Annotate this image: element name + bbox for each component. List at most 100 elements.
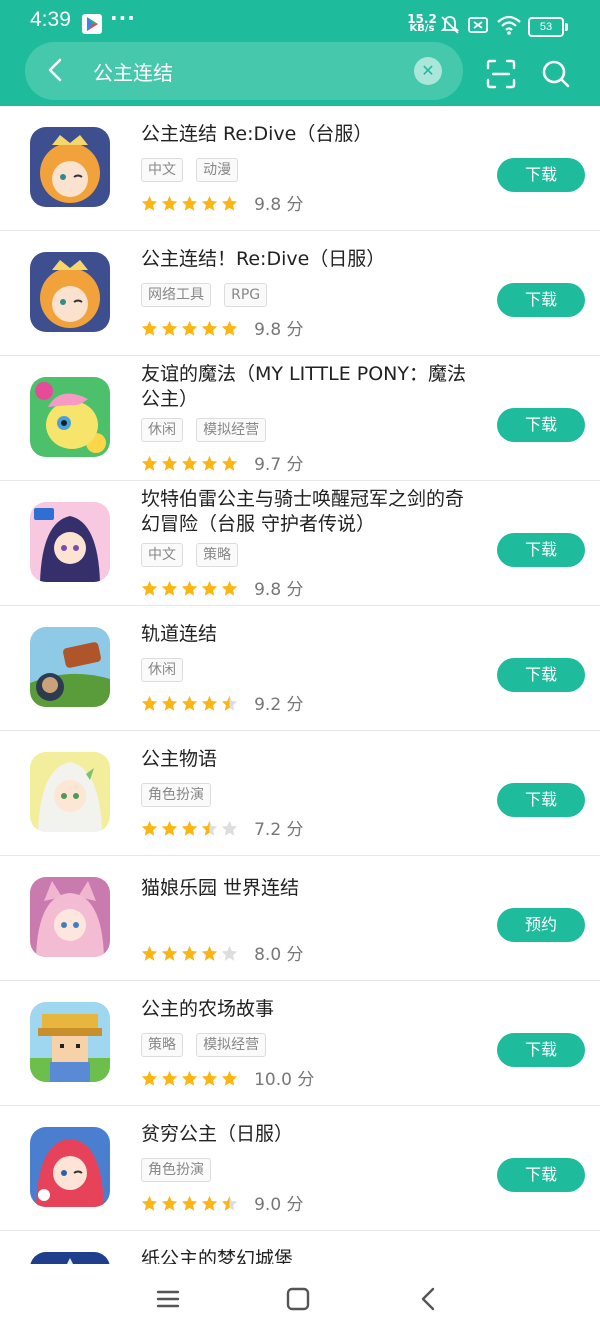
star-filled-icon (141, 1195, 158, 1211)
app-tags: 中文 策略 (141, 543, 246, 567)
app-icon[interactable] (30, 1127, 110, 1207)
app-icon[interactable] (30, 752, 110, 832)
star-filled-icon (141, 455, 158, 471)
app-title[interactable]: 坎特伯雷公主与骑士唤醒冠军之剑的奇幻冒险（台服 守护者传说） (141, 487, 481, 537)
rating-stars (141, 193, 241, 212)
download-button[interactable]: 下载 (497, 1033, 585, 1067)
star-filled-icon (221, 195, 238, 211)
star-empty-icon (221, 820, 238, 836)
app-icon[interactable] (30, 1252, 110, 1264)
star-half-icon (221, 1195, 238, 1211)
app-tags: 角色扮演 (141, 1158, 219, 1182)
anime-girl-icon (30, 252, 110, 332)
star-empty-icon (221, 945, 238, 961)
rating-stars (141, 818, 241, 837)
castle-icon (30, 1252, 110, 1264)
app-icon[interactable] (30, 377, 110, 457)
rating-score: 9.8 分 (254, 320, 304, 340)
star-filled-icon (221, 580, 238, 596)
app-title[interactable]: 纸公主的梦幻城堡 (141, 1247, 481, 1264)
rating-score: 9.7 分 (254, 455, 304, 475)
reserve-button[interactable]: 预约 (497, 908, 585, 942)
star-filled-icon (221, 1070, 238, 1086)
star-filled-icon (141, 195, 158, 211)
app-rating: 7.2 分 (141, 815, 304, 840)
list-item[interactable]: 轨道连结 休闲 9.2 分 下载 (0, 606, 600, 731)
download-button[interactable]: 下载 (497, 533, 585, 567)
app-title[interactable]: 公主连结！Re:Dive（日服） (141, 247, 481, 272)
star-filled-icon (181, 1195, 198, 1211)
app-tag: 策略 (141, 1033, 183, 1057)
download-button[interactable]: 下载 (497, 783, 585, 817)
network-speed: 15.2 KB/s (407, 12, 437, 34)
download-button[interactable]: 下载 (497, 658, 585, 692)
app-title[interactable]: 公主的农场故事 (141, 997, 481, 1022)
list-item[interactable]: 公主的农场故事 策略 模拟经营 10.0 分 下载 (0, 981, 600, 1106)
star-filled-icon (201, 195, 218, 211)
app-title[interactable]: 友谊的魔法（MY LITTLE PONY：魔法公主） (141, 362, 481, 412)
download-button[interactable]: 下载 (497, 408, 585, 442)
elf-girl-icon (30, 752, 110, 832)
list-item[interactable]: 友谊的魔法（MY LITTLE PONY：魔法公主） 休闲 模拟经营 9.7 分… (0, 356, 600, 481)
app-icon[interactable] (30, 252, 110, 332)
app-tag: 角色扮演 (141, 1158, 211, 1182)
star-filled-icon (141, 580, 158, 596)
search-input[interactable]: 公主连结 (93, 57, 173, 86)
list-item[interactable]: 贫穷公主（日服） 角色扮演 9.0 分 下载 (0, 1106, 600, 1231)
red-hair-girl-icon (30, 1127, 110, 1207)
home-icon[interactable] (283, 1284, 313, 1314)
app-tag: 休闲 (141, 418, 183, 442)
rating-score: 9.2 分 (254, 695, 304, 715)
star-filled-icon (181, 195, 198, 211)
more-notifications-icon: ··· (110, 6, 136, 30)
back-icon[interactable] (414, 1284, 444, 1314)
list-item[interactable]: 公主连结！Re:Dive（日服） 网络工具 RPG 9.8 分 下载 (0, 231, 600, 356)
list-item[interactable]: 公主连结 Re:Dive（台服） 中文 动漫 9.8 分 下载 (0, 106, 600, 231)
rating-score: 7.2 分 (254, 820, 304, 840)
list-item[interactable]: 猫娘乐园 世界连结 8.0 分 预约 (0, 856, 600, 981)
search-box[interactable] (25, 42, 463, 100)
app-title[interactable]: 公主物语 (141, 747, 481, 772)
star-filled-icon (141, 1070, 158, 1086)
app-icon[interactable] (30, 877, 110, 957)
cat-girl-icon (30, 877, 110, 957)
rating-score: 9.8 分 (254, 195, 304, 215)
pony-icon (30, 377, 110, 457)
app-rating: 8.0 分 (141, 940, 304, 965)
clear-search-button[interactable]: ✕ (414, 57, 442, 85)
app-tag: 中文 (141, 158, 183, 182)
back-arrow-icon[interactable] (42, 56, 70, 84)
header-bar: 4:39 ··· 15.2 KB/s 53 公主连结 ✕ (0, 0, 600, 106)
app-title[interactable]: 猫娘乐园 世界连结 (141, 876, 481, 901)
star-filled-icon (141, 320, 158, 336)
menu-icon[interactable] (153, 1284, 183, 1314)
app-title[interactable]: 轨道连结 (141, 622, 481, 647)
star-filled-icon (161, 455, 178, 471)
app-rating: 9.0 分 (141, 1190, 304, 1215)
app-tag: RPG (224, 283, 268, 307)
list-item[interactable]: 坎特伯雷公主与骑士唤醒冠军之剑的奇幻冒险（台服 守护者传说） 中文 策略 9.8… (0, 481, 600, 606)
download-button[interactable]: 下载 (497, 283, 585, 317)
download-button[interactable]: 下载 (497, 1158, 585, 1192)
app-rating: 9.8 分 (141, 315, 304, 340)
battery-indicator: 53 (528, 17, 568, 37)
download-button[interactable]: 下载 (497, 158, 585, 192)
star-filled-icon (161, 1195, 178, 1211)
star-half-icon (201, 820, 218, 836)
star-filled-icon (181, 455, 198, 471)
app-icon[interactable] (30, 502, 110, 582)
scan-icon[interactable] (485, 58, 517, 90)
status-time: 4:39 (30, 8, 71, 31)
app-title[interactable]: 贫穷公主（日服） (141, 1122, 481, 1147)
pixel-farmer-icon (30, 1002, 110, 1082)
star-filled-icon (161, 945, 178, 961)
app-icon[interactable] (30, 1002, 110, 1082)
mute-bell-icon (440, 16, 460, 34)
search-icon[interactable] (540, 58, 572, 90)
app-title[interactable]: 公主连结 Re:Dive（台服） (141, 122, 481, 147)
anime-girl-icon (30, 127, 110, 207)
list-item[interactable]: 公主物语 角色扮演 7.2 分 下载 (0, 731, 600, 856)
list-item[interactable]: 纸公主的梦幻城堡 (0, 1231, 600, 1264)
app-icon[interactable] (30, 127, 110, 207)
app-icon[interactable] (30, 627, 110, 707)
